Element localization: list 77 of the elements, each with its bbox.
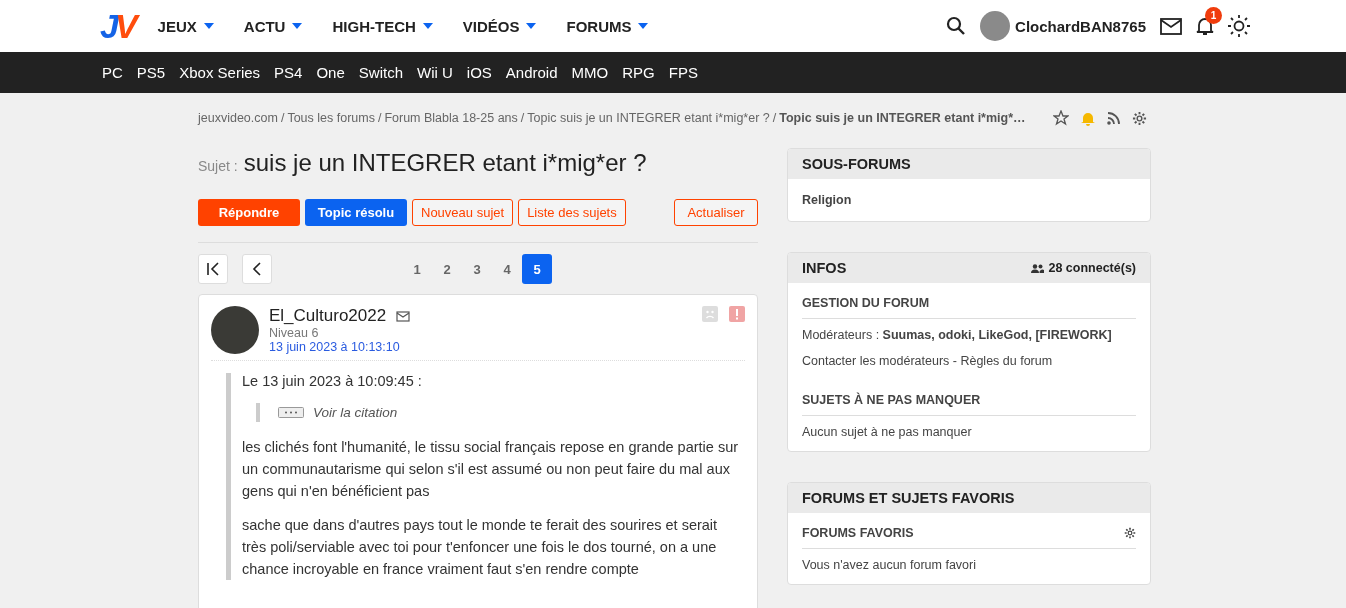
subject-label: Sujet : bbox=[198, 158, 238, 174]
card-title: INFOS bbox=[802, 260, 847, 276]
caret-icon bbox=[292, 23, 303, 29]
breadcrumb-separator: / bbox=[520, 111, 525, 125]
page-link[interactable]: 5 bbox=[522, 254, 552, 284]
breadcrumb-link[interactable]: Topic suis je un INTEGRER etant i*mig*er ? bbox=[527, 111, 770, 125]
link-separator: - bbox=[952, 354, 957, 368]
caret-icon bbox=[638, 23, 649, 29]
settings-icon[interactable] bbox=[1124, 527, 1136, 539]
caret-icon bbox=[422, 23, 433, 29]
search-icon[interactable] bbox=[946, 16, 967, 36]
platform-link[interactable]: Android bbox=[505, 64, 558, 81]
first-page-icon bbox=[206, 262, 220, 276]
user-menu[interactable]: ClochardBAN8765 bbox=[980, 11, 1146, 41]
star-icon[interactable] bbox=[1053, 110, 1069, 126]
author-level: Niveau 6 bbox=[269, 326, 320, 340]
menu-item[interactable]: FORUMS bbox=[566, 17, 649, 35]
action-button[interactable]: Topic résolu bbox=[305, 199, 407, 226]
platform-link[interactable]: Xbox Series bbox=[179, 64, 261, 81]
empty-message: Aucun sujet à ne pas manquer bbox=[802, 425, 973, 439]
platform-link[interactable]: PC bbox=[102, 64, 123, 81]
menu-item[interactable]: HIGH-TECH bbox=[332, 17, 433, 35]
platform-link[interactable]: iOS bbox=[466, 64, 492, 81]
empty-message: Vous n'avez aucun forum favori bbox=[802, 558, 977, 572]
sun-icon[interactable] bbox=[1228, 15, 1250, 37]
platform-link[interactable]: PS5 bbox=[136, 64, 166, 81]
rules-link[interactable]: Règles du forum bbox=[960, 354, 1053, 368]
rss-icon[interactable] bbox=[1107, 111, 1120, 125]
breadcrumb-link[interactable]: Topic suis je un INTEGRER etant i*mig*… bbox=[779, 111, 1026, 125]
post-paragraph: sache que dans d'autres pays tout le monde te ferait des sourires et serait très poli/serviable avec toi pour t'enfoncer une fois le dos tourné, on a une chance incroyable en france vraiment faut s'en rendre compte bbox=[242, 516, 719, 579]
breadcrumb-separator: / bbox=[772, 111, 777, 125]
caret-icon bbox=[526, 23, 537, 29]
ellipsis-icon[interactable] bbox=[278, 407, 304, 418]
show-quote-link[interactable]: Voir la citation bbox=[313, 405, 398, 420]
post-date[interactable]: 13 juin 2023 à 10:13:10 bbox=[269, 340, 411, 354]
topic-title: suis je un INTEGRER etant i*mig*er ? bbox=[243, 149, 647, 177]
chevron-left-icon bbox=[252, 262, 262, 276]
post-paragraph: les clichés font l'humanité, le tissu social français repose en grande partie sur un communautarisme qui selon s'il est assumé ou non peut faire du mal aux gens qui n'en bénéficient pas bbox=[242, 438, 740, 501]
settings-icon[interactable] bbox=[1132, 110, 1147, 126]
contact-link[interactable]: Contacter les modérateurs bbox=[802, 354, 950, 368]
section-title: GESTION DU FORUM bbox=[802, 293, 1136, 319]
card-title: FORUMS ET SUJETS FAVORIS bbox=[802, 490, 1015, 506]
page-link[interactable]: 2 bbox=[432, 254, 462, 284]
quote-header: Le 13 juin 2023 à 10:09:45 : bbox=[242, 373, 423, 389]
page-link[interactable]: 3 bbox=[462, 254, 492, 284]
platform-link[interactable]: One bbox=[316, 64, 345, 81]
breadcrumb-separator: / bbox=[377, 111, 382, 125]
first-page-button[interactable] bbox=[198, 254, 228, 284]
page-link[interactable]: 1 bbox=[402, 254, 432, 284]
breadcrumb-link[interactable]: Tous les forums bbox=[287, 111, 375, 125]
section-title: FORUMS FAVORIS bbox=[802, 526, 914, 540]
breadcrumb-link[interactable]: jeuxvideo.com bbox=[198, 111, 278, 125]
menu-item[interactable]: JEUX bbox=[157, 17, 214, 35]
section-title: SUJETS À NE PAS MANQUER bbox=[802, 390, 1136, 416]
moderators-text: Modérateurs : Suumas, odoki, LikeGod, [FIREWORK] bbox=[802, 328, 1113, 342]
menu-item[interactable]: VIDÉOS bbox=[462, 17, 537, 35]
caret-icon bbox=[203, 23, 214, 29]
users-icon bbox=[1031, 263, 1045, 273]
mail-icon[interactable] bbox=[396, 310, 411, 322]
page-link[interactable]: 4 bbox=[492, 254, 522, 284]
menu-item[interactable]: ACTU bbox=[243, 17, 303, 35]
avatar-photo-placeholder bbox=[211, 306, 259, 354]
subforum-link[interactable]: Religion bbox=[802, 189, 1136, 209]
platform-link[interactable]: PS4 bbox=[274, 64, 303, 81]
platform-link[interactable]: FPS bbox=[668, 64, 698, 81]
platform-link[interactable]: RPG bbox=[622, 64, 655, 81]
platform-link[interactable]: Switch bbox=[358, 64, 403, 81]
previous-page-button[interactable] bbox=[242, 254, 272, 284]
mail-icon[interactable] bbox=[1160, 17, 1182, 35]
card-title: SOUS-FORUMS bbox=[802, 156, 911, 172]
author-name[interactable]: El_Culturo2022 bbox=[269, 306, 387, 326]
breadcrumb-link[interactable]: Forum Blabla 18-25 ans bbox=[384, 111, 518, 125]
platform-link[interactable]: Wii U bbox=[417, 64, 453, 81]
platform-link[interactable]: MMO bbox=[571, 64, 609, 81]
connected-count: 28 connecté(s) bbox=[1048, 261, 1136, 275]
breadcrumb-separator: / bbox=[280, 111, 285, 125]
notification-badge: 1 bbox=[1205, 7, 1222, 24]
